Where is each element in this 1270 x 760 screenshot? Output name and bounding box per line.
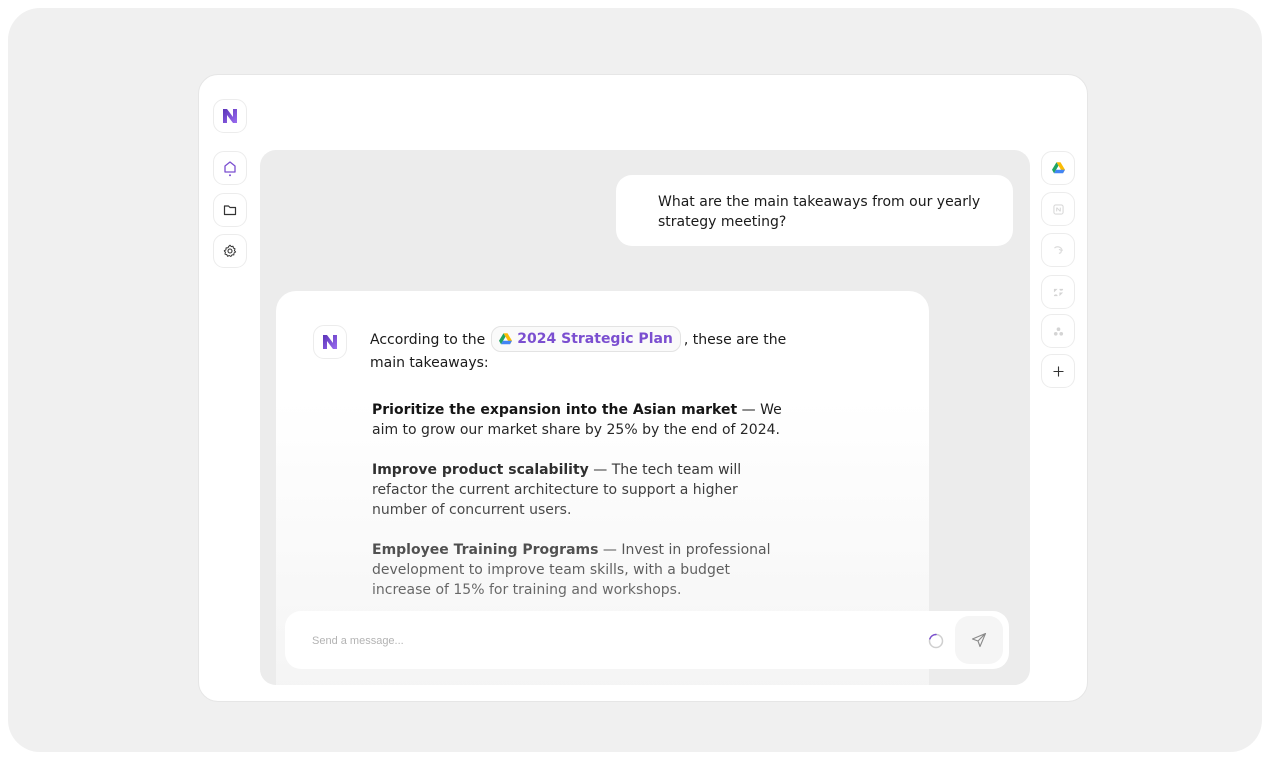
google-drive-icon [1051, 162, 1065, 174]
app-window: What are the main takeaways from our yea… [198, 74, 1088, 702]
user-message-bubble: What are the main takeaways from our yea… [616, 175, 1013, 246]
document-chip[interactable]: 2024 Strategic Plan [491, 326, 681, 352]
brand-logo-icon [323, 335, 337, 349]
google-drive-icon [499, 333, 513, 345]
home-icon [224, 161, 236, 177]
integration-2-icon [1053, 245, 1063, 254]
chat-panel: What are the main takeaways from our yea… [260, 150, 1030, 685]
takeaway-item: Improve product scalability — The tech t… [372, 460, 792, 520]
user-message-text: What are the main takeaways from our yea… [658, 194, 981, 230]
add-integration-button[interactable] [1041, 354, 1075, 388]
notion-icon [1052, 203, 1064, 215]
takeaway-item: Prioritize the expansion into the Asian … [372, 400, 792, 440]
nav-home-button[interactable] [213, 151, 247, 185]
assistant-avatar [313, 325, 347, 359]
assistant-intro: According to the 2024 Strategic Plan, the… [370, 326, 790, 373]
zendesk-icon [1053, 288, 1063, 296]
integration-zendesk-button[interactable] [1041, 275, 1075, 309]
loading-spinner-icon [928, 633, 944, 649]
integration-google-drive-button[interactable] [1041, 151, 1075, 185]
page-background: What are the main takeaways from our yea… [8, 8, 1262, 752]
takeaway-title: Prioritize the expansion into the Asian … [372, 402, 738, 418]
nav-folder-button[interactable] [213, 193, 247, 227]
integration-4-button[interactable] [1041, 314, 1075, 348]
integration-2-button[interactable] [1041, 233, 1075, 267]
takeaway-item: Employee Training Programs — Invest in p… [372, 540, 792, 600]
add-icon [1052, 365, 1064, 377]
takeaway-title: Improve product scalability [372, 462, 589, 478]
integration-4-icon [1053, 326, 1063, 336]
send-button[interactable] [955, 616, 1003, 664]
send-icon [971, 632, 987, 648]
assistant-intro-before: According to the [370, 332, 486, 348]
takeaways-list: Prioritize the expansion into the Asian … [372, 400, 792, 620]
brand-logo[interactable] [213, 99, 247, 133]
message-composer [285, 611, 1009, 669]
folder-icon [223, 205, 237, 216]
brand-logo-icon [223, 109, 237, 123]
message-input[interactable] [310, 630, 914, 652]
integration-notion-button[interactable] [1041, 192, 1075, 226]
takeaway-title: Employee Training Programs [372, 542, 599, 558]
nav-settings-button[interactable] [213, 234, 247, 268]
document-chip-label: 2024 Strategic Plan [517, 331, 673, 347]
settings-gear-icon [223, 244, 237, 257]
